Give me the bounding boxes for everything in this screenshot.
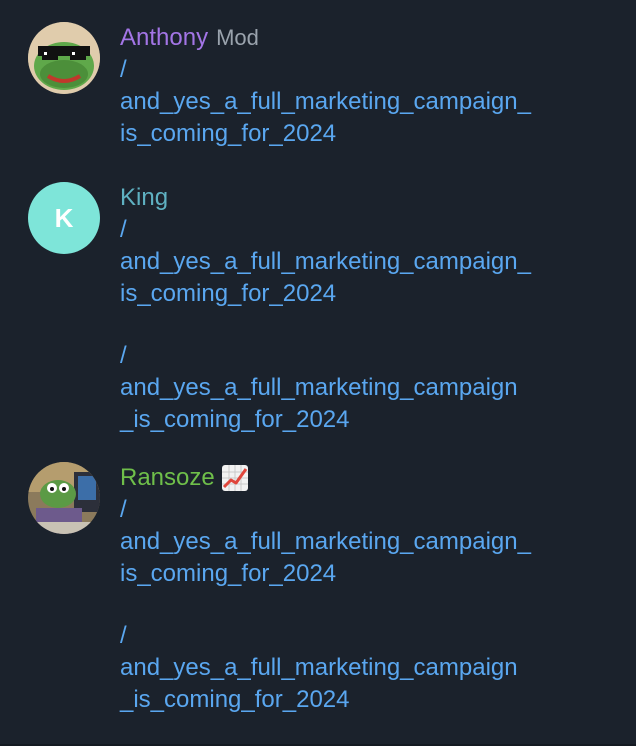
message-link[interactable]: / and_yes_a_full_marketing_campaign_ is_… [120, 494, 610, 590]
message-link[interactable]: / and_yes_a_full_marketing_campaign _is_… [120, 620, 610, 716]
user-avatar[interactable] [28, 22, 100, 94]
author-name[interactable]: Ransoze [120, 464, 215, 492]
message-content: King / and_yes_a_full_marketing_campaign… [120, 182, 610, 436]
message-link[interactable]: / and_yes_a_full_marketing_campaign_ is_… [120, 214, 610, 310]
author-name[interactable]: King [120, 184, 168, 212]
message-header: King [120, 182, 610, 214]
frog-with-sunglasses-icon [28, 22, 100, 94]
avatar-initial: K [54, 202, 74, 233]
role-badge: Mod [216, 25, 259, 50]
message-link[interactable]: / and_yes_a_full_marketing_campaign _is_… [120, 340, 610, 436]
message-header: Ransoze [120, 462, 610, 494]
message-link[interactable]: / and_yes_a_full_marketing_campaign_ is_… [120, 54, 610, 150]
author-name[interactable]: Anthony [120, 24, 208, 52]
frog-at-desk-icon [28, 462, 100, 534]
message-header: Anthony Mod [120, 22, 610, 54]
user-avatar[interactable] [28, 462, 100, 534]
message-content: Ransoze / and_yes_a_full_marketing_campa… [120, 462, 610, 716]
message-content: Anthony Mod / and_yes_a_full_marketing_c… [120, 22, 610, 150]
chart-increasing-icon [221, 464, 249, 492]
user-avatar[interactable]: K [28, 182, 100, 254]
